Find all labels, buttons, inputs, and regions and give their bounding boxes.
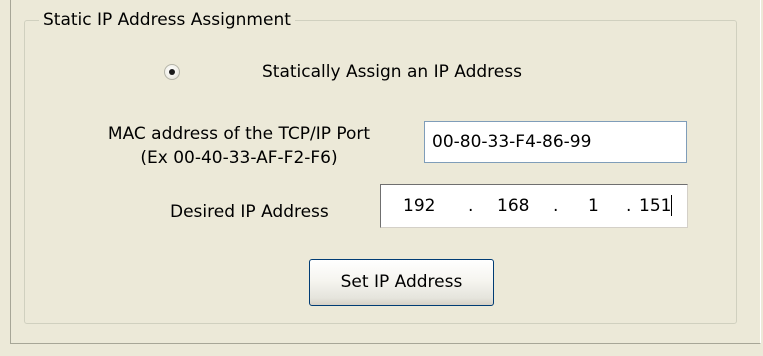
ip-address-label: Desired IP Address — [170, 202, 329, 222]
mac-address-input[interactable] — [424, 121, 687, 163]
static-assign-radio-label[interactable]: Statically Assign an IP Address — [262, 61, 522, 83]
radio-selected-dot — [169, 69, 175, 75]
set-ip-address-button[interactable]: Set IP Address — [309, 259, 494, 306]
ip-dot-2: . — [553, 196, 559, 216]
ip-dot-1: . — [468, 196, 474, 216]
ip-octet-4[interactable]: 151 — [639, 194, 671, 218]
text-caret — [671, 195, 672, 216]
mac-address-label: MAC address of the TCP/IP Port (Ex 00-40… — [60, 122, 418, 170]
ip-dot-3: . — [626, 196, 632, 216]
ip-address-input[interactable]: 192 . 168 . 1 . 151 — [380, 184, 688, 228]
ip-octet-1[interactable]: 192 — [403, 194, 435, 218]
static-assign-radio[interactable] — [164, 64, 180, 80]
groupbox-title: Static IP Address Assignment — [39, 9, 295, 31]
mac-address-example: (Ex 00-40-33-AF-F2-F6) — [140, 148, 338, 168]
ip-octet-2[interactable]: 168 — [497, 194, 529, 218]
mac-address-label-line1: MAC address of the TCP/IP Port — [107, 124, 371, 144]
ip-octet-3[interactable]: 1 — [588, 194, 599, 218]
